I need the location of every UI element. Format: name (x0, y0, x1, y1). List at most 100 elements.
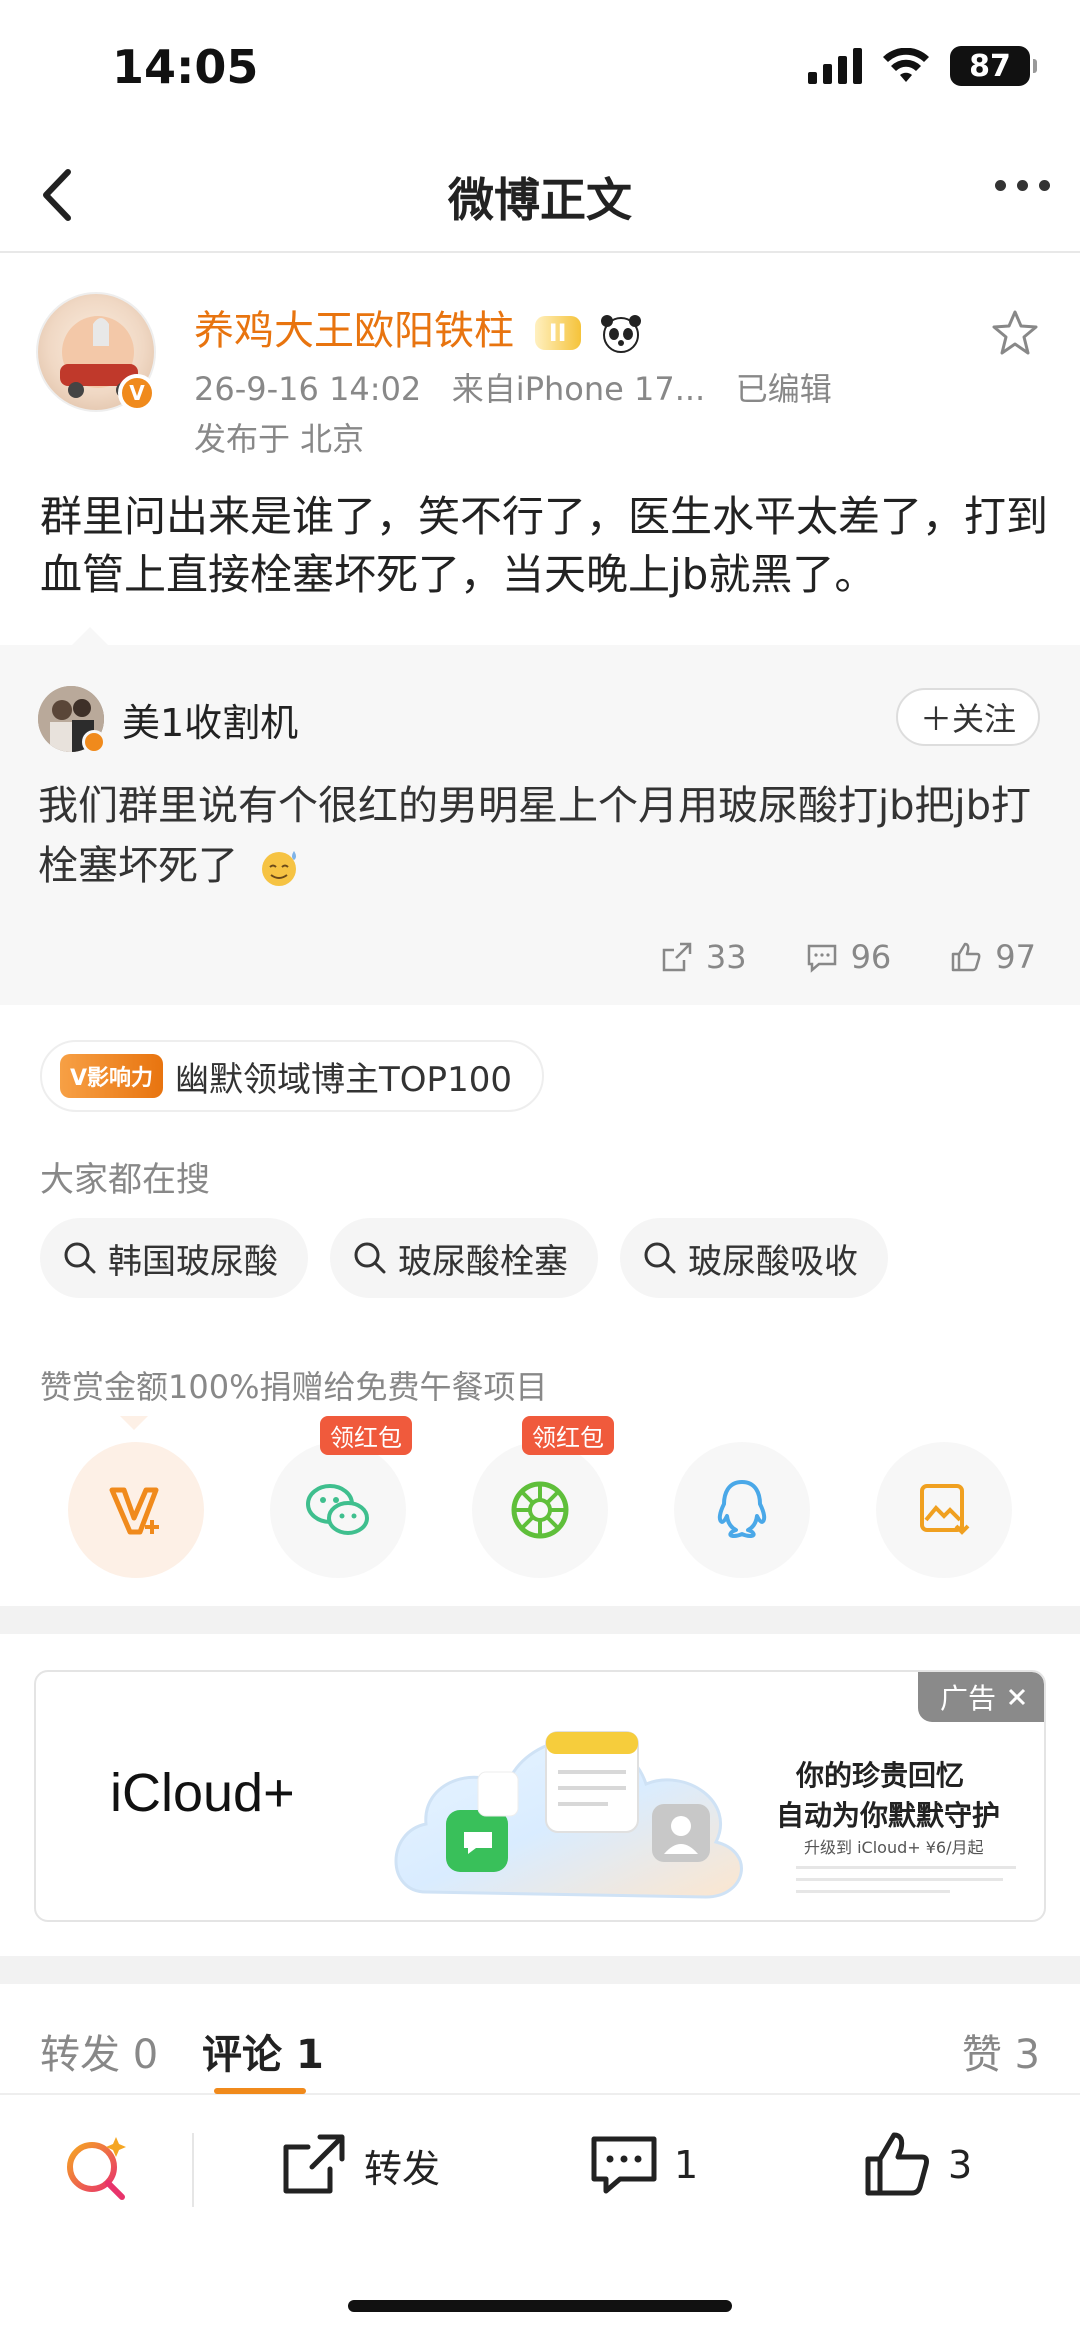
repost-verified-icon (82, 730, 106, 754)
repost-like-stat[interactable]: 97 (949, 938, 1036, 976)
cellular-signal-icon (808, 48, 862, 84)
home-indicator[interactable] (348, 2300, 732, 2312)
post-author-name[interactable]: 养鸡大王欧阳铁柱 (194, 308, 514, 354)
tab-comment-label: 评论 (202, 2032, 282, 2078)
comment-button-count: 1 (674, 2143, 699, 2187)
ai-search-button[interactable] (60, 2129, 136, 2205)
comment-button[interactable]: 1 (588, 2129, 698, 2201)
follow-button[interactable]: ＋关注 (896, 688, 1040, 746)
red-packet-tag: 领红包 (320, 1416, 412, 1455)
ad-banner[interactable]: 广告 iCloud+ 你的珍贵回忆 自动为你默默守护 升级到 iCloud+ ¥… (34, 1670, 1046, 1922)
battery-icon: 87 (950, 46, 1037, 86)
vplus-icon (109, 1487, 159, 1535)
cloud-illustration-icon (394, 1731, 743, 1899)
repost-author[interactable]: 美1收割机 (122, 692, 298, 747)
ad-fine-print (796, 1866, 1016, 1893)
repost-button-label: 转发 (364, 2146, 441, 2191)
favorite-star-icon[interactable] (990, 308, 1040, 358)
page-title: 微博正文 (448, 173, 632, 227)
tab-repost-count: 0 (132, 2032, 159, 2078)
hot-search-chip[interactable]: 玻尿酸栓塞 (330, 1218, 598, 1298)
hot-search-title: 大家都在搜 (40, 1160, 210, 1200)
repost-button[interactable]: 转发 (278, 2129, 440, 2201)
qq-icon (717, 1480, 767, 1538)
verified-badge-icon: V (118, 374, 156, 412)
repost-text-content: 我们群里说有个很红的男明星上个月用玻尿酸打jb把jb打栓塞坏死了 (38, 783, 1032, 889)
repost-share-stat[interactable]: 33 (660, 938, 747, 976)
red-packet-tag: 领红包 (522, 1416, 614, 1455)
donation-pointer (120, 1416, 148, 1430)
tab-repost-label: 转发 (40, 2032, 120, 2078)
hot-search-chip[interactable]: 韩国玻尿酸 (40, 1218, 308, 1298)
moments-share-button[interactable]: 领红包 (472, 1416, 614, 1578)
wechat-icon (306, 1484, 369, 1535)
post-author[interactable]: 养鸡大王欧阳铁柱 II (194, 298, 643, 356)
repost-icon (283, 2134, 345, 2194)
save-image-button[interactable] (876, 1442, 1012, 1578)
post-meta: 26-9-16 14:02 来自iPhone 17... 已编辑 (194, 364, 832, 410)
repost-pointer (72, 627, 108, 645)
nav-bar: 微博正文 (0, 140, 1080, 253)
tab-comment-count: 1 (295, 2032, 324, 2078)
like-icon (952, 942, 981, 972)
tab-comment[interactable]: 评论 1 (202, 2022, 324, 2080)
ad-tag[interactable]: 广告 (917, 1672, 1044, 1722)
wifi-icon (883, 48, 929, 82)
tab-repost[interactable]: 转发 0 (40, 2022, 158, 2080)
sweat-smile-emoji-icon (261, 851, 296, 886)
comment-icon (807, 944, 836, 973)
search-icon (64, 1242, 96, 1274)
tab-like[interactable]: 赞 3 (962, 2022, 1040, 2080)
influence-label: 幽默领域博主TOP100 (175, 1059, 512, 1100)
search-icon (354, 1242, 386, 1274)
active-tab-indicator (214, 2088, 306, 2094)
ad-price: 升级到 iCloud+ ¥6/月起 (804, 1838, 984, 1857)
panda-icon (601, 315, 642, 353)
section-divider (0, 1956, 1080, 1984)
tab-like-label: 赞 (961, 2032, 1002, 2078)
search-icon (644, 1242, 676, 1274)
section-divider (0, 1606, 1080, 1634)
donation-note: 赞赏金额100%捐赠给免费午餐项目 (40, 1368, 548, 1406)
share-targets: 领红包 领红包 (68, 1416, 1012, 1578)
comment-bubble-icon (591, 2136, 657, 2194)
hot-search-list: 韩国玻尿酸 玻尿酸栓塞 玻尿酸吸收 (40, 1218, 888, 1298)
post-text: 群里问出来是谁了，笑不行了，医生水平太差了，打到血管上直接栓塞坏死了，当天晚上j… (40, 492, 1049, 599)
hot-search-label: 玻尿酸栓塞 (398, 1241, 568, 1282)
post-source[interactable]: 来自iPhone 17... (452, 370, 705, 408)
more-icon[interactable] (995, 180, 1050, 191)
post-edited[interactable]: 已编辑 (736, 370, 832, 408)
qq-share-button[interactable] (674, 1442, 810, 1578)
influence-tag[interactable]: V影响力 幽默领域博主TOP100 (40, 1040, 544, 1112)
post-location: 发布于 北京 (194, 420, 365, 458)
status-icons: 87 (808, 46, 1037, 86)
bottom-separator (192, 2133, 194, 2207)
post-timestamp: 26-9-16 14:02 (194, 370, 422, 408)
hot-search-chip[interactable]: 玻尿酸吸收 (620, 1218, 888, 1298)
repost-like-count: 97 (995, 938, 1036, 976)
like-button[interactable]: 3 (862, 2129, 972, 2201)
ai-search-icon (67, 2137, 126, 2200)
ad-tag-label: 广告 (939, 1682, 996, 1715)
ad-brand: iCloud+ (110, 1763, 295, 1823)
ad-subheadline: 自动为你默默守护 (776, 1799, 1001, 1832)
hot-search-label: 韩国玻尿酸 (108, 1241, 278, 1282)
battery-level: 87 (969, 48, 1011, 84)
hot-search-label: 玻尿酸吸收 (688, 1241, 858, 1282)
close-icon[interactable] (1006, 1686, 1028, 1708)
share-icon (662, 942, 692, 972)
ad-headline: 你的珍贵回忆 (796, 1759, 965, 1792)
thumbs-up-icon (865, 2132, 929, 2196)
wechat-share-button[interactable]: 领红包 (270, 1416, 412, 1578)
status-time: 14:05 (112, 40, 259, 94)
repost-stats: 33 96 97 (660, 938, 1036, 976)
influence-badge: V影响力 (60, 1054, 164, 1098)
moments-icon (511, 1481, 569, 1539)
repost-comment-stat[interactable]: 96 (805, 938, 891, 976)
tab-like-count: 3 (1014, 2032, 1040, 2078)
reward-button[interactable] (68, 1442, 204, 1578)
save-image-icon (920, 1484, 970, 1535)
like-button-count: 3 (948, 2143, 973, 2187)
repost-text: 我们群里说有个很红的男明星上个月用玻尿酸打jb把jb打栓塞坏死了 (38, 776, 1048, 896)
engagement-tabs: 转发 0 评论 1 赞 3 (0, 2000, 1080, 2095)
